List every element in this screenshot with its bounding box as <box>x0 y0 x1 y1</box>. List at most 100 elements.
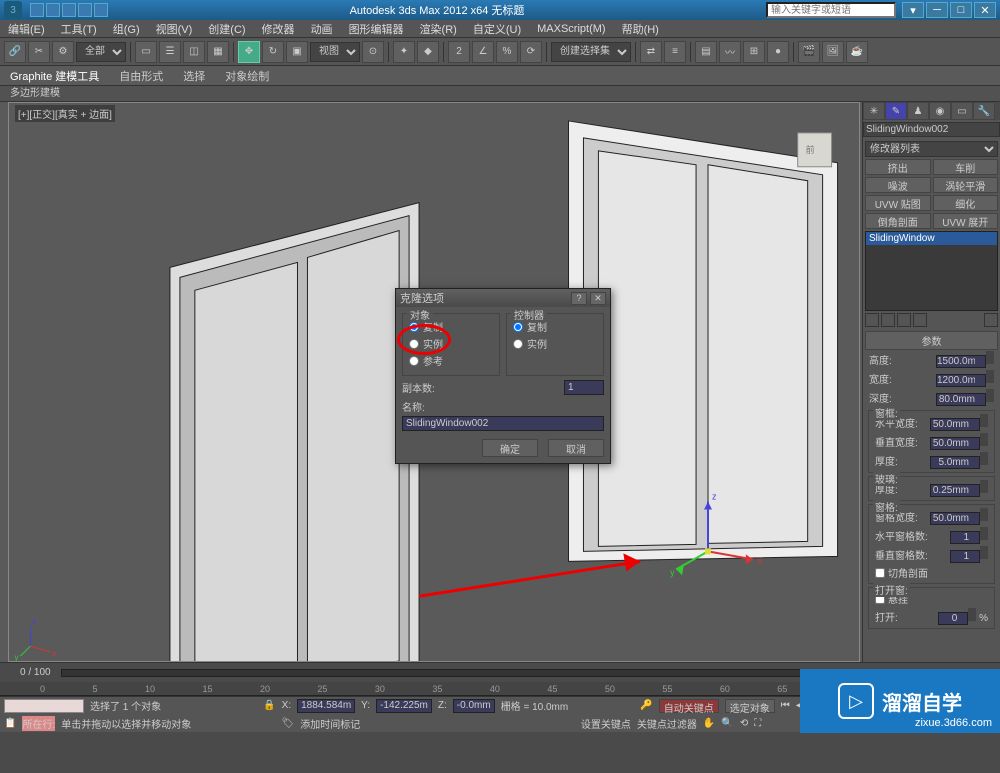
btn-tessellate[interactable]: 细化 <box>933 195 999 211</box>
spin-gw[interactable] <box>980 508 988 521</box>
window-crossing-icon[interactable]: ▦ <box>207 41 229 63</box>
tab-freeform[interactable]: 自由形式 <box>119 68 163 84</box>
tab-display-icon[interactable]: ▭ <box>951 102 973 120</box>
viewport-label[interactable]: [+][正交][真实 + 边面] <box>15 105 115 122</box>
menu-maxscript[interactable]: MAXScript(M) <box>529 23 613 35</box>
keyfilter-button[interactable]: 关键点过滤器 <box>637 716 697 731</box>
autokey-button[interactable]: 自动关键点 <box>659 699 719 713</box>
radio-ctrl-copy[interactable] <box>513 322 523 332</box>
dialog-help-icon[interactable]: ? <box>571 292 587 305</box>
radio-ctrl-instance[interactable] <box>513 339 523 349</box>
coord-z[interactable]: -0.0mm <box>453 699 495 713</box>
spin-th[interactable] <box>980 452 988 465</box>
stack-unique-icon[interactable] <box>897 313 911 327</box>
minimize-button[interactable]: ─ <box>926 2 948 18</box>
tab-select[interactable]: 选择 <box>183 68 205 84</box>
inp-width[interactable] <box>936 374 986 387</box>
inp-height[interactable] <box>936 355 986 368</box>
stack-item[interactable]: SlidingWindow <box>866 232 997 245</box>
ok-button[interactable]: 确定 <box>482 439 538 457</box>
spin-gt[interactable] <box>980 480 988 493</box>
help-search-input[interactable] <box>766 2 896 18</box>
modifier-stack[interactable]: SlidingWindow <box>865 231 998 311</box>
tab-modify-icon[interactable]: ✎ <box>885 102 907 120</box>
keymode-toggle-icon[interactable]: 🔑 <box>640 700 652 711</box>
spinner-snap-icon[interactable]: ⟳ <box>520 41 542 63</box>
menu-create[interactable]: 创建(C) <box>200 21 253 37</box>
cancel-button[interactable]: 取消 <box>548 439 604 457</box>
inp-copies[interactable] <box>564 380 604 395</box>
btn-uvwunwrap[interactable]: UVW 展开 <box>933 213 999 229</box>
layer-icon[interactable]: ▤ <box>695 41 717 63</box>
nav-max-icon[interactable]: ⛶ <box>754 718 761 729</box>
maximize-button[interactable]: □ <box>950 2 972 18</box>
snap-2d-icon[interactable]: 2 <box>448 41 470 63</box>
center-icon[interactable]: ⊙ <box>362 41 384 63</box>
inp-hwidth[interactable] <box>930 418 980 431</box>
spin-open[interactable] <box>968 608 976 621</box>
inp-open[interactable] <box>938 612 968 625</box>
select-name-icon[interactable]: ☰ <box>159 41 181 63</box>
setkey-button[interactable]: 设置关键点 <box>581 716 631 731</box>
spin-vw[interactable] <box>980 433 988 446</box>
ref-coord-sys[interactable]: 视图 <box>310 42 360 62</box>
menu-anim[interactable]: 动画 <box>303 21 341 37</box>
qa-redo-icon[interactable] <box>94 3 108 17</box>
btn-extrude[interactable]: 挤出 <box>865 159 931 175</box>
bind-icon[interactable]: ⚙ <box>52 41 74 63</box>
manip-icon[interactable]: ✦ <box>393 41 415 63</box>
inp-thick[interactable] <box>930 456 980 469</box>
lock-icon[interactable]: 🔒 <box>263 700 275 711</box>
object-name-field[interactable] <box>863 122 1000 137</box>
qa-save-icon[interactable] <box>62 3 76 17</box>
qa-new-icon[interactable] <box>30 3 44 17</box>
menu-modifier[interactable]: 修改器 <box>254 21 303 37</box>
modifier-list[interactable]: 修改器列表 <box>865 141 998 157</box>
select-icon[interactable]: ▭ <box>135 41 157 63</box>
add-time-tag[interactable]: 添加时间标记 <box>300 716 360 731</box>
radio-copy[interactable] <box>409 322 419 332</box>
inp-clone-name[interactable] <box>402 416 604 431</box>
inp-vwidth[interactable] <box>930 437 980 450</box>
rollup-params[interactable]: 参数 <box>865 331 998 350</box>
coord-y[interactable]: -142.225m <box>376 699 432 713</box>
dialog-close-icon[interactable]: ✕ <box>590 292 606 305</box>
stack-remove-icon[interactable] <box>913 313 927 327</box>
radio-instance[interactable] <box>409 339 419 349</box>
info-icon[interactable]: ▾ <box>902 2 924 18</box>
btn-noise[interactable]: 噪波 <box>865 177 931 193</box>
nav-zoom-icon[interactable]: 🔍 <box>721 718 733 729</box>
tab-objpaint[interactable]: 对象绘制 <box>225 68 269 84</box>
render-frame-icon[interactable]: 🖼 <box>822 41 844 63</box>
btn-bevelprof[interactable]: 倒角剖面 <box>865 213 931 229</box>
material-icon[interactable]: ● <box>767 41 789 63</box>
btn-turbo[interactable]: 涡轮平滑 <box>933 177 999 193</box>
tab-hierarchy-icon[interactable]: ♟ <box>907 102 929 120</box>
rotate-icon[interactable]: ↻ <box>262 41 284 63</box>
nav-orbit-icon[interactable]: ⟲ <box>740 718 748 729</box>
goto-line-button[interactable]: 所在行: <box>22 716 55 731</box>
snap-angle-icon[interactable]: ∠ <box>472 41 494 63</box>
select-region-icon[interactable]: ◫ <box>183 41 205 63</box>
menu-group[interactable]: 组(G) <box>105 21 148 37</box>
spin-height[interactable] <box>986 351 994 364</box>
inp-gthick[interactable] <box>930 484 980 497</box>
render-icon[interactable]: ☕ <box>846 41 868 63</box>
nav-pan-icon[interactable]: ✋ <box>703 718 715 729</box>
chk-chamfer[interactable] <box>875 568 885 578</box>
coord-x[interactable]: 1884.584m <box>297 699 355 713</box>
spin-width[interactable] <box>986 370 994 383</box>
tag-icon[interactable]: 🏷 <box>282 718 295 729</box>
snap-percent-icon[interactable]: % <box>496 41 518 63</box>
unlink-icon[interactable]: ✂ <box>28 41 50 63</box>
stack-pin-icon[interactable] <box>865 313 879 327</box>
spin-phc[interactable] <box>980 527 988 540</box>
tab-utility-icon[interactable]: 🔧 <box>973 102 995 120</box>
menu-render[interactable]: 渲染(R) <box>412 21 465 37</box>
curve-editor-icon[interactable]: 〰 <box>719 41 741 63</box>
close-button[interactable]: ✕ <box>974 2 996 18</box>
inp-phc[interactable] <box>950 531 980 544</box>
spin-hw[interactable] <box>980 414 988 427</box>
named-sel-set[interactable]: 创建选择集 <box>551 42 631 62</box>
menu-grapheditor[interactable]: 图形编辑器 <box>341 21 412 37</box>
